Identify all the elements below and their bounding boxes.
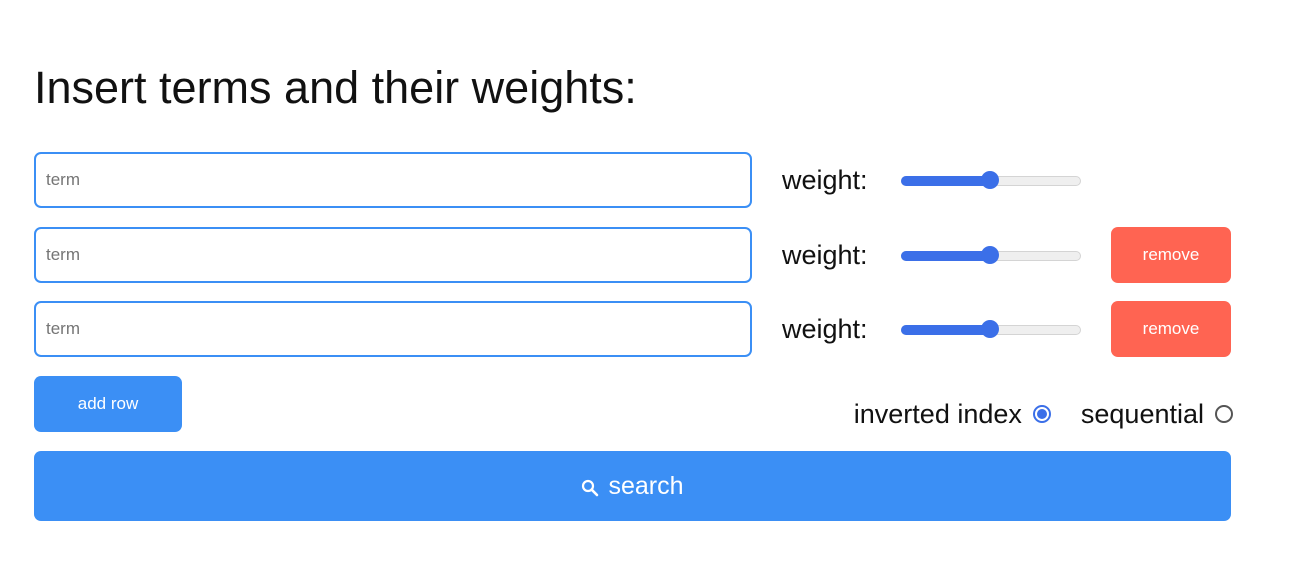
search-button[interactable]: search — [34, 451, 1231, 521]
radio-button[interactable] — [1032, 405, 1051, 423]
slider-fill — [901, 251, 990, 261]
term-row: weight: remove — [0, 227, 1291, 283]
radio-option-sequential[interactable]: sequential — [1081, 396, 1233, 432]
slider-fill — [901, 176, 990, 186]
slider-thumb[interactable] — [981, 320, 999, 338]
slider-thumb[interactable] — [981, 171, 999, 189]
term-input[interactable] — [34, 152, 752, 208]
search-form-page: Insert terms and their weights: weight: … — [0, 0, 1291, 588]
term-row: weight: — [0, 152, 1291, 208]
slider-thumb[interactable] — [981, 246, 999, 264]
term-input[interactable] — [34, 227, 752, 283]
weight-slider[interactable] — [901, 246, 1081, 264]
search-mode-radio-group: inverted index sequential — [854, 396, 1233, 432]
term-input[interactable] — [34, 301, 752, 357]
weight-label: weight: — [782, 240, 868, 270]
slider-fill — [901, 325, 990, 335]
remove-row-button[interactable]: remove — [1111, 301, 1231, 357]
weight-label: weight: — [782, 165, 868, 195]
weight-slider[interactable] — [901, 320, 1081, 338]
weight-slider[interactable] — [901, 171, 1081, 189]
search-icon — [581, 475, 599, 497]
radio-button[interactable] — [1215, 405, 1233, 423]
radio-option-inverted-index[interactable]: inverted index — [854, 396, 1051, 432]
radio-label: sequential — [1080, 399, 1204, 429]
radio-label: inverted index — [853, 399, 1022, 429]
add-row-button[interactable]: add row — [34, 376, 182, 432]
term-row: weight: remove — [0, 301, 1291, 357]
weight-label: weight: — [782, 314, 868, 344]
search-button-label: search — [608, 471, 684, 500]
page-title: Insert terms and their weights: — [34, 62, 637, 113]
remove-row-button[interactable]: remove — [1111, 227, 1231, 283]
